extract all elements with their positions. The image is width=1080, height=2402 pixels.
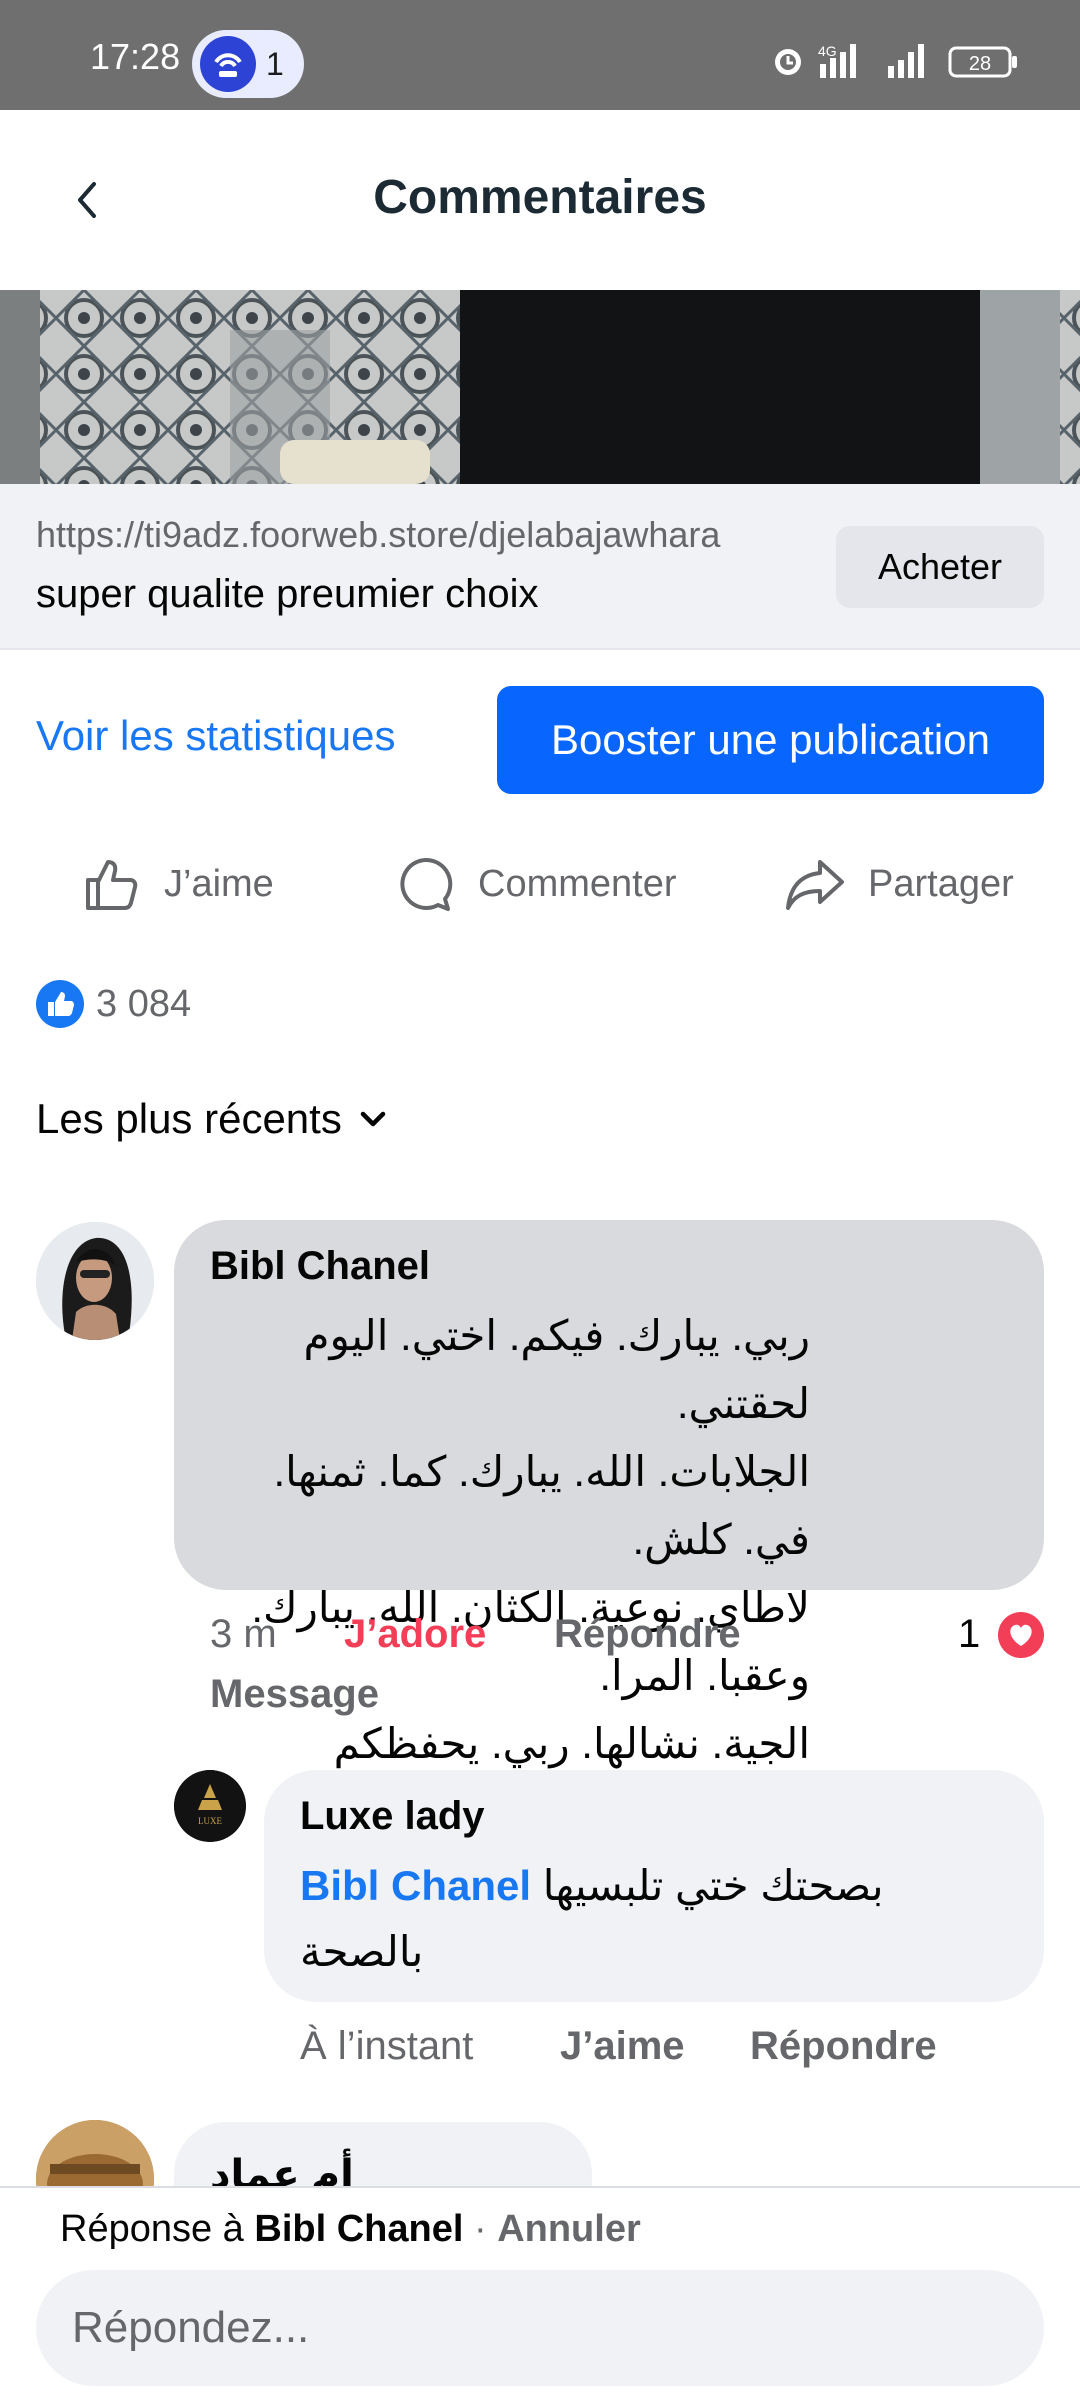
notification-pill[interactable]: 1 <box>192 30 304 98</box>
comment-line: الجية. نشالها. ربي. يحفظكم <box>333 1720 810 1767</box>
signal-icon-2 <box>888 44 924 78</box>
reply-like-button[interactable]: J’aime <box>560 2024 685 2069</box>
comment-time: 3 m <box>210 1612 277 1656</box>
link-title[interactable]: super qualite preumier choix <box>36 572 816 617</box>
share-button[interactable]: Partager <box>784 848 1014 920</box>
reply-input[interactable] <box>36 2270 1044 2386</box>
comment-bubble[interactable]: Bibl Chanel ربي. يبارك. فيكم. اختي. اليو… <box>174 1220 1044 1767</box>
hotspot-icon <box>200 36 256 92</box>
reply-author-avatar[interactable]: LUXE <box>174 1770 246 1842</box>
thumbs-up-icon <box>86 860 138 910</box>
post-image[interactable] <box>0 290 1080 484</box>
notification-count: 1 <box>266 46 284 82</box>
mention-link[interactable]: Bibl Chanel <box>300 1862 531 1909</box>
reply-context: Réponse à Bibl Chanel · Annuler <box>60 2208 641 2251</box>
sort-label: Les plus récents <box>36 1095 342 1142</box>
comment-author[interactable]: Bibl Chanel <box>210 1244 430 1289</box>
reply-button[interactable]: Répondre <box>554 1612 741 1657</box>
reply-line-1: Bibl Chanel بصحتك ختي تلبسيها <box>300 1852 940 1920</box>
status-time: 17:28 <box>90 36 181 77</box>
link-url[interactable]: https://ti9adz.foorweb.store/djelabajawh… <box>36 514 816 556</box>
reply-time: À l’instant <box>300 2024 474 2068</box>
commenter-avatar[interactable] <box>36 1222 154 1340</box>
cancel-reply-button[interactable]: Annuler <box>497 2208 641 2250</box>
reply-prefix: Réponse à <box>60 2208 244 2250</box>
reply-target: Bibl Chanel <box>254 2208 464 2250</box>
reply-bubble[interactable]: Luxe lady Bibl Chanel بصحتك ختي تلبسيها … <box>264 1770 1044 2002</box>
comment-bubble-icon <box>400 857 453 911</box>
share-label: Partager <box>868 862 1014 905</box>
page-header: Commentaires <box>0 110 1080 290</box>
system-indicators: 4G 28 <box>775 43 1017 78</box>
like-button[interactable]: J’aime <box>82 848 274 920</box>
love-reaction-button[interactable]: J’adore <box>344 1612 486 1657</box>
battery-icon: 28 <box>948 46 1017 78</box>
heart-icon[interactable] <box>996 1610 1046 1660</box>
svg-text:28: 28 <box>969 53 991 75</box>
status-bar: 17:28 1 4G 28 <box>0 0 1080 110</box>
like-label: J’aime <box>164 862 274 905</box>
view-stats-link[interactable]: Voir les statistiques <box>36 712 396 760</box>
page-title: Commentaires <box>373 171 707 224</box>
comment-reaction-count[interactable]: 1 <box>958 1612 980 1657</box>
reply-reply-button[interactable]: Répondre <box>750 2024 937 2069</box>
buy-button[interactable]: Acheter <box>836 526 1044 608</box>
message-button[interactable]: Message <box>210 1672 379 1717</box>
reply-author[interactable]: Luxe lady <box>300 1794 485 1839</box>
avatar-logo-text: LUXE <box>198 1816 222 1826</box>
network-type: 4G <box>818 43 837 59</box>
comment-button[interactable]: Commenter <box>396 848 677 920</box>
reply-composer: Réponse à Bibl Chanel · Annuler <box>0 2186 1080 2402</box>
chevron-down-icon <box>360 1111 386 1127</box>
link-preview[interactable]: https://ti9adz.foorweb.store/djelabajawh… <box>0 484 1080 650</box>
reaction-count[interactable]: 3 084 <box>96 983 191 1026</box>
boost-post-button[interactable]: Booster une publication <box>497 686 1044 794</box>
comment-label: Commenter <box>478 862 677 905</box>
share-arrow-icon <box>786 860 844 910</box>
like-reaction-icon[interactable] <box>36 980 84 1028</box>
sort-dropdown[interactable]: Les plus récents <box>36 1095 390 1143</box>
reply-line-2: بالصحة <box>300 1928 424 1975</box>
alarm-icon <box>775 49 801 75</box>
comment-line: الجلابات. الله. يبارك. كما. ثمنها. في. ك… <box>273 1448 810 1563</box>
reply-text: بصحتك ختي تلبسيها <box>542 1862 884 1909</box>
reply-separator: · <box>473 2208 487 2250</box>
comment-line: ربي. يبارك. فيكم. اختي. اليوم لحقتني. <box>303 1312 810 1427</box>
